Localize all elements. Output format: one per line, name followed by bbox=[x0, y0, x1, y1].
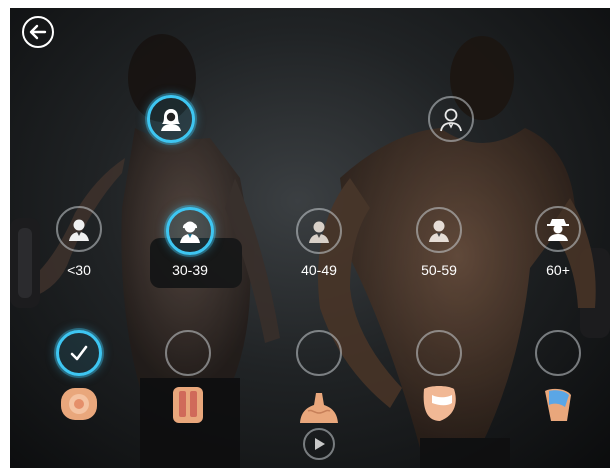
male-gender-button[interactable] bbox=[428, 96, 474, 142]
play-button[interactable] bbox=[303, 428, 335, 460]
age-60-plus-button[interactable] bbox=[535, 206, 581, 252]
female-gender-button[interactable] bbox=[147, 95, 195, 143]
abdomen-select-toggle[interactable] bbox=[56, 330, 102, 376]
man-hat-user-icon bbox=[547, 219, 569, 241]
age-label-30-39: 30-39 bbox=[172, 262, 208, 278]
man-user-icon bbox=[309, 221, 329, 243]
age-label-under-30: <30 bbox=[67, 262, 91, 278]
buttocks-icon[interactable] bbox=[418, 385, 460, 423]
woman-user-icon bbox=[180, 221, 200, 243]
man-user-icon bbox=[429, 220, 449, 242]
shoulders-select-toggle[interactable] bbox=[296, 330, 342, 376]
age-label-60-plus: 60+ bbox=[546, 262, 570, 278]
man-user-icon bbox=[69, 219, 89, 241]
age-under-30-button[interactable] bbox=[56, 206, 102, 252]
dumbbell-left bbox=[10, 218, 40, 308]
age-30-39-button[interactable] bbox=[166, 207, 214, 255]
buttocks-select-toggle[interactable] bbox=[416, 330, 462, 376]
thigh-select-toggle[interactable] bbox=[535, 330, 581, 376]
female-user-icon bbox=[161, 109, 181, 131]
lower-back-icon[interactable] bbox=[167, 385, 209, 423]
age-label-40-49: 40-49 bbox=[301, 262, 337, 278]
selection-screen: <30 30-39 40-49 50-59 60+ bbox=[10, 8, 610, 468]
male-user-icon bbox=[440, 108, 462, 132]
shoulders-icon[interactable] bbox=[298, 387, 340, 425]
play-icon bbox=[315, 438, 325, 450]
age-label-50-59: 50-59 bbox=[421, 262, 457, 278]
age-40-49-button[interactable] bbox=[296, 208, 342, 254]
back-select-toggle[interactable] bbox=[165, 330, 211, 376]
back-arrow-icon bbox=[29, 24, 47, 40]
abdomen-icon[interactable] bbox=[58, 385, 100, 423]
thigh-icon[interactable] bbox=[537, 385, 579, 423]
check-icon bbox=[70, 345, 88, 361]
age-50-59-button[interactable] bbox=[416, 207, 462, 253]
back-button[interactable] bbox=[22, 16, 54, 48]
